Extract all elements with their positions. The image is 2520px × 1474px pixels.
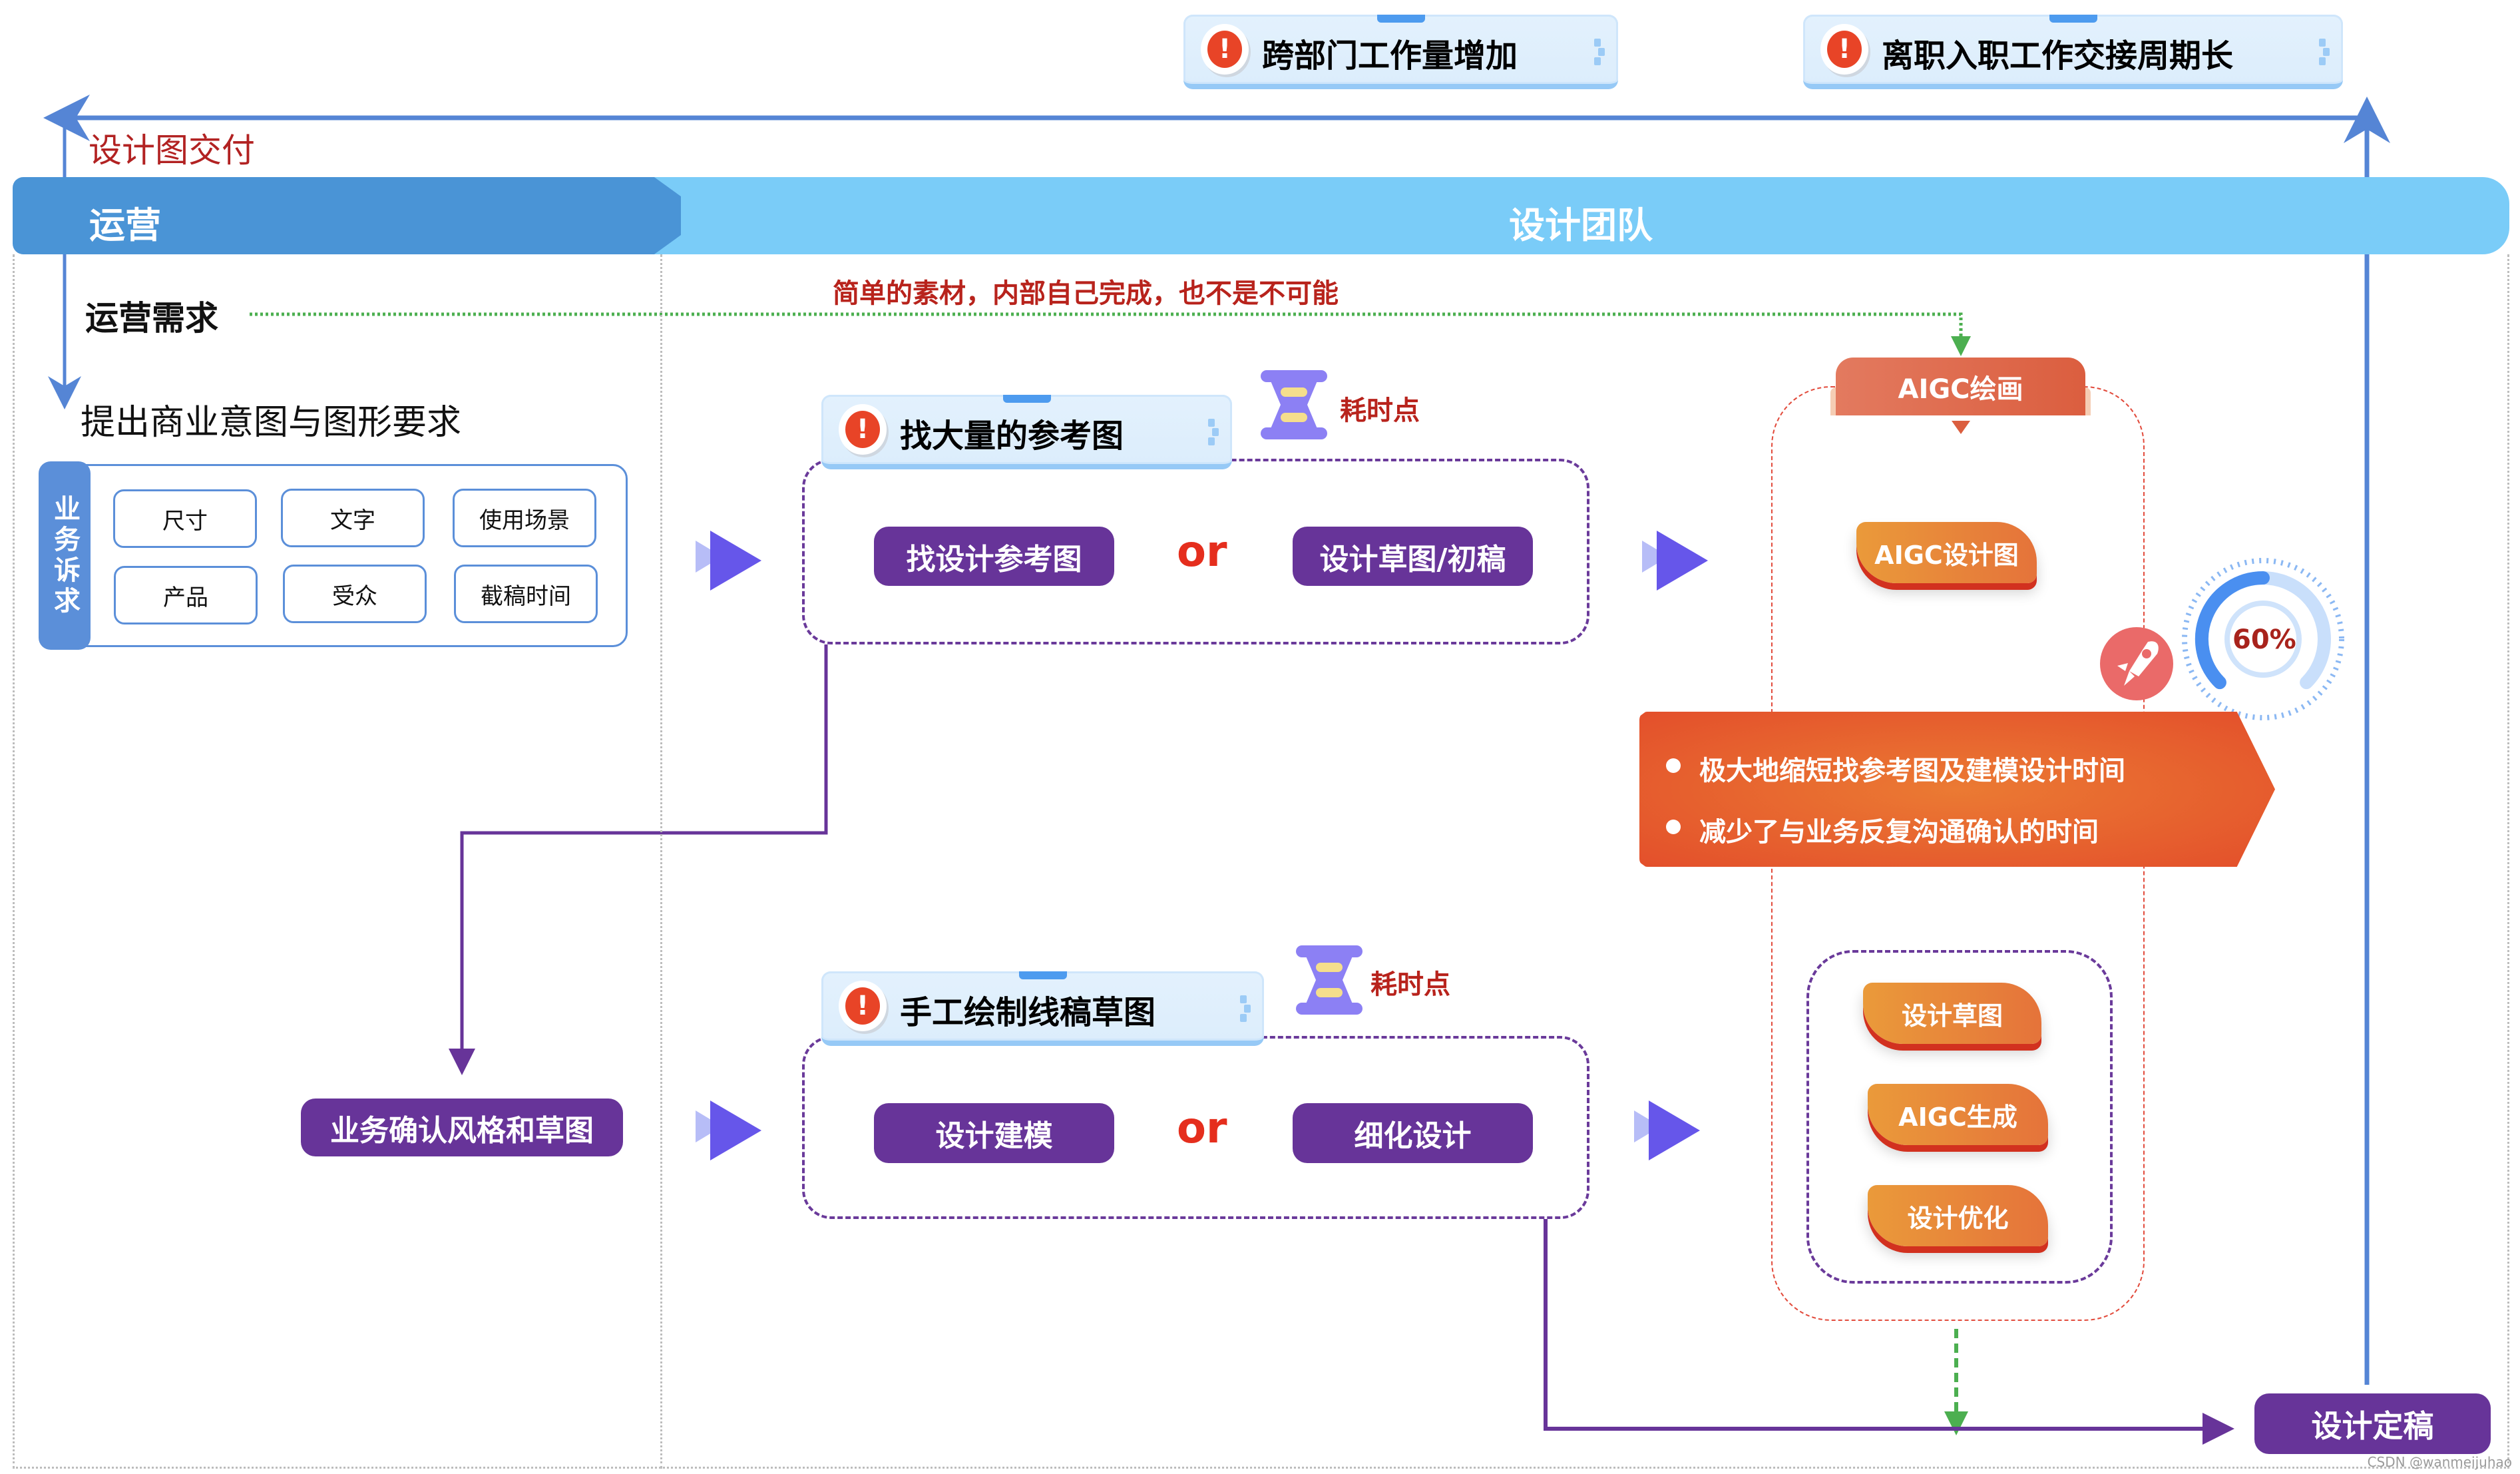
- warning-icon: !: [1820, 24, 1868, 75]
- refine-design-button[interactable]: 细化设计: [1293, 1103, 1533, 1163]
- or-separator: or: [1177, 1104, 1227, 1153]
- aigc-step-generate[interactable]: AIGC生成: [1868, 1084, 2048, 1145]
- confirm-style-sketch-button[interactable]: 业务确认风格和草图: [301, 1099, 623, 1156]
- aigc-design-chip[interactable]: AIGC设计图: [1856, 522, 2037, 583]
- benefit-item: 减少了与业务反复沟通确认的时间: [1666, 810, 2099, 849]
- time-cost-label: 耗时点: [1340, 395, 1420, 426]
- issue-banner-handover: ! 离职入职工作交接周期长: [1803, 15, 2343, 89]
- issue-label: 离职入职工作交接周期长: [1882, 37, 2234, 75]
- rocket-icon: [2100, 627, 2173, 700]
- delivery-label: 设计图交付: [89, 131, 255, 170]
- operations-requirement-title: 运营需求: [85, 299, 218, 338]
- aigc-step-sketch[interactable]: 设计草图: [1863, 983, 2041, 1044]
- find-reference-button[interactable]: 找设计参考图: [874, 527, 1114, 586]
- appeal-item-text: 文字: [281, 489, 425, 547]
- time-cost-label: 耗时点: [1370, 969, 1450, 1000]
- issue-banner-cross-dept: ! 跨部门工作量增加: [1183, 15, 1618, 89]
- appeal-item-scenario: 使用场景: [453, 489, 596, 547]
- issue-label: 找大量的参考图: [900, 417, 1124, 455]
- final-design-button[interactable]: 设计定稿: [2254, 1393, 2491, 1454]
- appeal-item-audience: 受众: [283, 565, 427, 623]
- hourglass-icon: [1261, 370, 1327, 439]
- appeal-item-deadline: 截稿时间: [454, 565, 598, 623]
- warning-icon: !: [1201, 24, 1249, 75]
- aigc-benefits-banner: 极大地缩短找参考图及建模设计时间 减少了与业务反复沟通确认的时间: [1639, 712, 2275, 867]
- hourglass-icon: [1296, 945, 1363, 1015]
- appeal-item-product: 产品: [114, 566, 258, 624]
- appeal-item-size: 尺寸: [113, 489, 257, 548]
- warning-icon: !: [839, 404, 887, 455]
- or-separator: or: [1177, 527, 1227, 577]
- lane-header-design-team: 设计团队: [652, 177, 2509, 254]
- aigc-title-tab: AIGC绘画: [1836, 358, 2085, 415]
- lane-header-operations: 运营: [13, 177, 681, 254]
- benefit-item: 极大地缩短找参考图及建模设计时间: [1666, 749, 2125, 788]
- warning-icon: !: [839, 981, 887, 1031]
- shortcut-note: 简单的素材，内部自己完成，也不是不可能: [833, 278, 1339, 309]
- efficiency-value: 60%: [2232, 624, 2296, 655]
- design-modeling-button[interactable]: 设计建模: [874, 1103, 1114, 1163]
- watermark: CSDN @wanmeijuhao: [2367, 1454, 2512, 1470]
- issue-banner-references: ! 找大量的参考图: [821, 395, 1232, 469]
- lane-divider: [660, 254, 662, 1469]
- issue-label: 手工绘制线稿草图: [900, 994, 1156, 1031]
- business-appeal-label: 业务诉求: [39, 461, 91, 650]
- draft-sketch-button[interactable]: 设计草图/初稿: [1293, 527, 1533, 586]
- aigc-step-optimize[interactable]: 设计优化: [1868, 1185, 2048, 1246]
- issue-label: 跨部门工作量增加: [1262, 37, 1518, 75]
- issue-banner-hand-drawing: ! 手工绘制线稿草图: [821, 971, 1264, 1046]
- request-text: 提出商业意图与图形要求: [81, 403, 462, 443]
